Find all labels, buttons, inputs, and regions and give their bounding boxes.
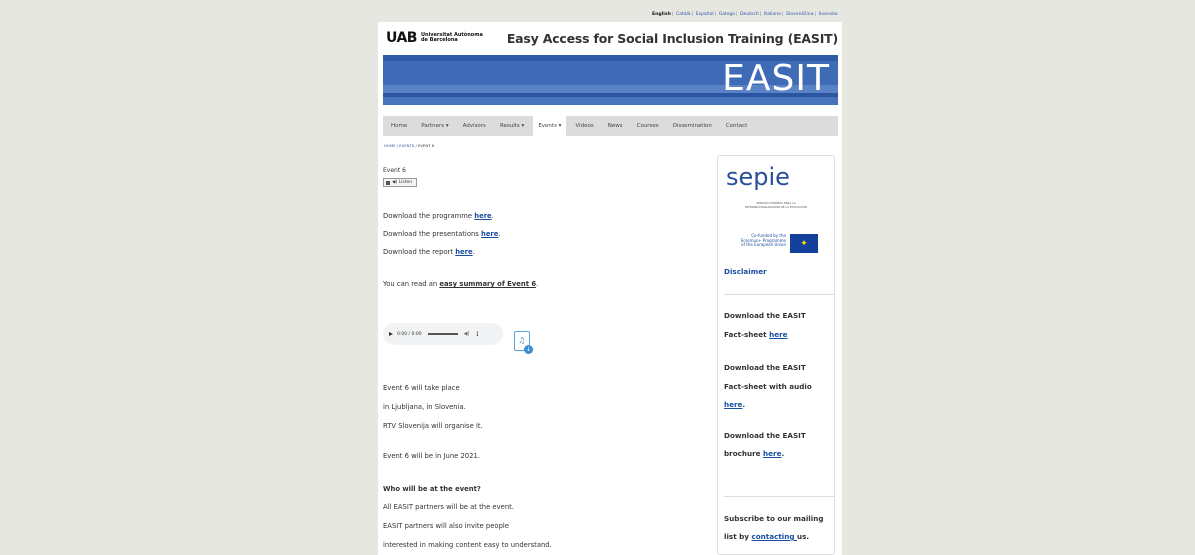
erasmus-cofund-text: Co-funded by the Erasmus+ Programme of t… [722, 233, 786, 248]
brochure-line: brochure here. [724, 449, 785, 458]
contacting-link[interactable]: contacting [751, 532, 797, 541]
disclaimer-link[interactable]: Disclaimer [724, 267, 767, 276]
text: Download the presentations [383, 230, 481, 238]
audio-progress[interactable] [427, 333, 458, 335]
factsheet-heading: Download the EASIT [724, 311, 806, 320]
programme-line: Download the programme here. [383, 212, 494, 220]
factsheet-audio-line: Fact-sheet with audio [724, 382, 812, 391]
sidebar: sepie SERVICIO ESPAÑOL PARA LA INTERNACI… [717, 155, 835, 555]
nav-advisors[interactable]: Advisors [463, 116, 486, 136]
language-current[interactable]: English [652, 12, 671, 17]
presentations-line: Download the presentations here. [383, 230, 501, 238]
nav-partners[interactable]: Partners ▾ [421, 116, 448, 136]
divider [724, 496, 834, 497]
text: Fact-sheet [724, 330, 770, 339]
language-link[interactable]: Svenska [818, 12, 837, 17]
body-text: Event 6 will take place [383, 384, 460, 392]
text: Download the report [383, 248, 456, 256]
easit-logo: EASIT [722, 59, 830, 99]
audio-player[interactable]: 0:00 / 0:00 ◀) ⋮ [383, 323, 503, 345]
brochure-link[interactable]: here [763, 449, 781, 458]
text: brochure [724, 449, 764, 458]
text: Download the programme [383, 212, 475, 220]
uab-logo-mark: UAB [386, 30, 417, 46]
site-title: Easy Access for Social Inclusion Trainin… [506, 31, 838, 46]
language-link[interactable]: Galego [719, 12, 735, 17]
section-heading: Who will be at the event? [383, 485, 481, 493]
body-text: All EASIT partners will be at the event. [383, 503, 514, 511]
summary-line: You can read an easy summary of Event 6. [383, 280, 539, 288]
more-options-icon[interactable]: ⋮ [474, 331, 480, 338]
text: You can read an [383, 280, 440, 288]
nav-home[interactable]: Home [391, 116, 407, 136]
download-audio-icon[interactable]: ♫ ↓ [514, 331, 533, 354]
logo-line: de Barcelona [420, 37, 458, 43]
factsheet-link[interactable]: here [769, 330, 787, 339]
presentations-link[interactable]: here [481, 230, 498, 238]
uab-logo-text: Universitat Autònoma de Barcelona [420, 32, 483, 44]
sepie-subtitle: SERVICIO ESPAÑOL PARA LA INTERNACIONALIZ… [722, 201, 830, 209]
listen-label: Listen [398, 180, 413, 185]
breadcrumb-separator: / [415, 143, 417, 148]
language-link[interactable]: Deutsch [740, 12, 759, 17]
eu-flag-icon: ✦ [790, 234, 818, 253]
breadcrumb-current: EVENT 6 [417, 143, 435, 148]
sepie-logo[interactable]: sepie [726, 164, 790, 190]
language-link[interactable]: Italiano [764, 12, 781, 17]
site-header: UAB Universitat Autònoma de Barcelona Ea… [383, 25, 838, 52]
report-line: Download the report here. [383, 248, 475, 256]
breadcrumb-events[interactable]: EVENTS [399, 143, 414, 148]
easit-banner: EASIT [383, 55, 838, 105]
uab-logo[interactable]: UAB Universitat Autònoma de Barcelona [386, 31, 483, 45]
body-text: in Ljubljana, in Slovenia. [383, 403, 466, 411]
nav-contact[interactable]: Contact [726, 116, 747, 136]
easit-logo-text: EASIT [722, 58, 830, 99]
breadcrumb-home[interactable]: HOME [384, 143, 396, 148]
factsheet-audio-link-line: here. [724, 400, 746, 409]
sepie-subtitle-line: INTERNACIONALIZACIÓN DE LA EDUCACIÓN [745, 204, 807, 209]
nav-events[interactable]: Events ▾ [533, 116, 567, 136]
nav-videos[interactable]: Videos [575, 116, 593, 136]
divider [724, 294, 834, 295]
language-bar: English| Català| Español| Galego| Deutsc… [652, 12, 838, 17]
report-link[interactable]: here [455, 248, 472, 256]
brochure-heading: Download the EASIT [724, 431, 806, 440]
subscribe-line: list by contacting us. [724, 532, 809, 541]
summary-link[interactable]: easy summary of Event 6 [439, 280, 536, 288]
nav-dissemination[interactable]: Dissemination [673, 116, 712, 136]
listen-button[interactable]: ◀) Listen [383, 178, 417, 187]
nav-results[interactable]: Results ▾ [500, 116, 524, 136]
nav-news[interactable]: News [608, 116, 623, 136]
language-link[interactable]: Slovenščina [786, 12, 813, 17]
language-link[interactable]: Español [696, 12, 714, 17]
text: list by [724, 532, 752, 541]
body-text: Event 6 will be in June 2021. [383, 452, 480, 460]
play-icon[interactable] [389, 332, 393, 336]
page-container: UAB Universitat Autònoma de Barcelona Ea… [378, 22, 842, 555]
readspeaker-icon [386, 180, 390, 185]
factsheet-audio-heading: Download the EASIT [724, 363, 806, 372]
text: us. [797, 532, 810, 541]
main-nav: Home Partners ▾ Advisors Results ▾ Event… [383, 116, 838, 136]
language-link[interactable]: Català [676, 12, 691, 17]
volume-icon[interactable]: ◀) [464, 331, 470, 337]
body-text: interested in making content easy to und… [383, 541, 552, 549]
speaker-icon: ◀) [392, 180, 399, 185]
audio-time: 0:00 / 0:00 [397, 331, 422, 337]
factsheet-line: Fact-sheet here [724, 330, 788, 339]
body-text: RTV Slovenija will organise it. [383, 422, 483, 430]
subscribe-heading: Subscribe to our mailing [724, 514, 824, 523]
breadcrumb-separator: / [396, 143, 399, 148]
breadcrumb: HOME / EVENTS / EVENT 6 [384, 143, 434, 148]
page-title: Event 6 [383, 167, 406, 174]
cofund-line: of the European Union [741, 242, 786, 247]
body-text: EASIT partners will also invite people [383, 522, 509, 530]
programme-link[interactable]: here [474, 212, 491, 220]
factsheet-audio-link[interactable]: here [724, 400, 742, 409]
nav-courses[interactable]: Courses [637, 116, 659, 136]
